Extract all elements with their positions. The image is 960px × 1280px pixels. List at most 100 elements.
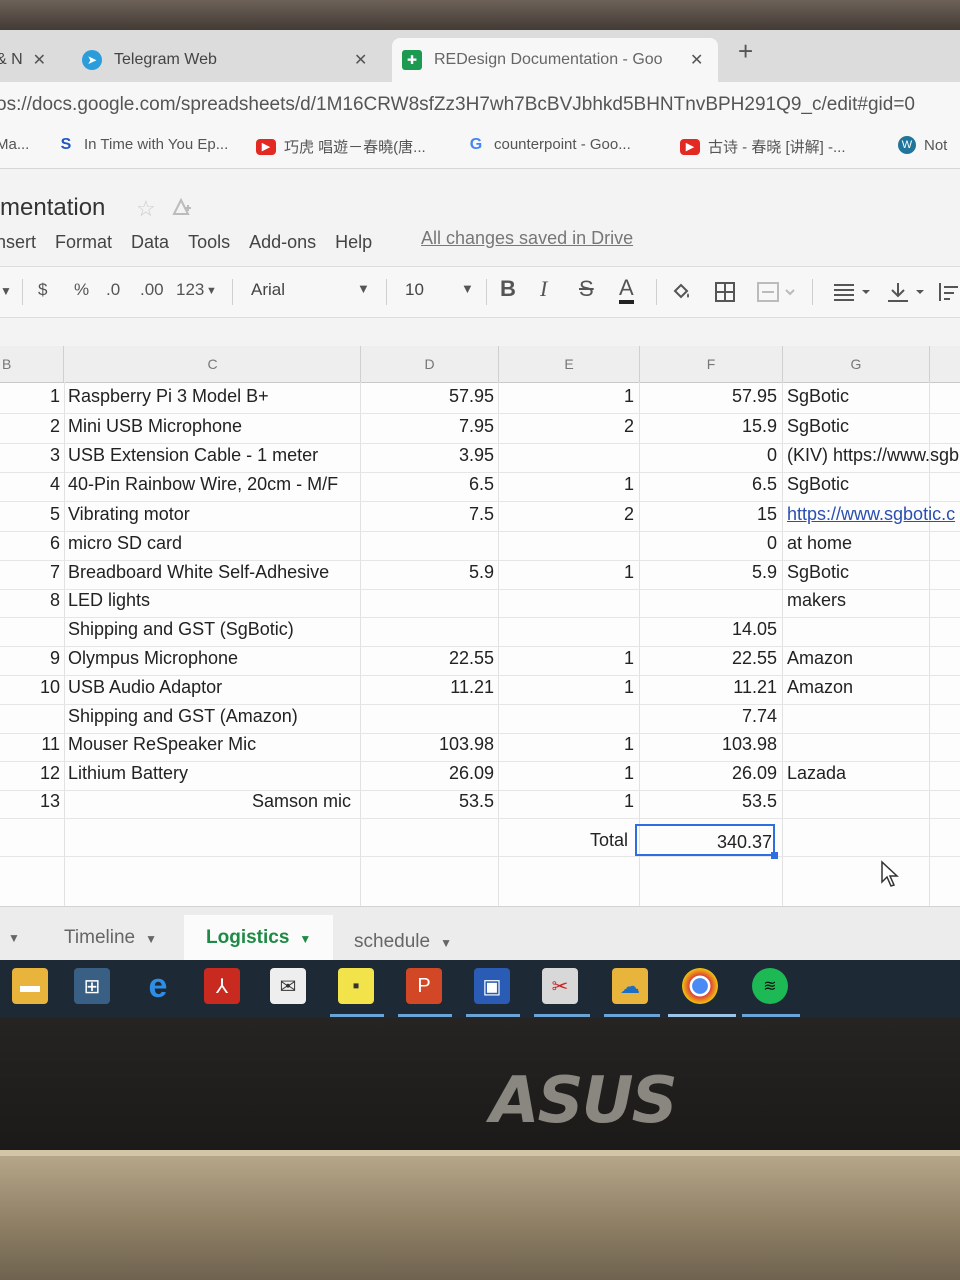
line-total-cell[interactable]: 0 xyxy=(640,533,777,554)
row-number-cell[interactable]: 12 xyxy=(0,763,60,784)
chevron-down-icon[interactable]: ▼ xyxy=(440,936,452,950)
source-cell[interactable]: Amazon xyxy=(787,677,853,698)
strikethrough-button[interactable]: S xyxy=(579,276,594,302)
price-cell[interactable]: 26.09 xyxy=(362,763,494,784)
percent-format-button[interactable]: % xyxy=(74,280,89,300)
decrease-decimal-button[interactable]: .0 xyxy=(106,280,120,300)
line-total-cell[interactable]: 26.09 xyxy=(640,763,777,784)
quantity-cell[interactable]: 1 xyxy=(500,677,634,698)
price-cell[interactable]: 7.5 xyxy=(362,504,494,525)
row-number-cell[interactable]: 4 xyxy=(0,474,60,495)
browser-tab-telegram[interactable]: ➤ Telegram Web ✕ xyxy=(82,38,378,82)
menu-insert[interactable]: nsert xyxy=(0,232,36,253)
line-total-cell[interactable]: 5.9 xyxy=(640,562,777,583)
star-icon[interactable]: ☆ xyxy=(136,196,156,222)
price-cell[interactable]: 103.98 xyxy=(362,734,494,755)
price-cell[interactable]: 11.21 xyxy=(362,677,494,698)
bookmark-item[interactable]: W Not xyxy=(898,136,947,154)
bookmark-item[interactable]: Ma... xyxy=(0,136,29,153)
chrome-icon[interactable] xyxy=(682,968,718,1004)
bookmark-item[interactable]: ▶ 巧虎 唱遊－春曉(唐... xyxy=(256,136,426,157)
spreadsheet-grid[interactable]: B C D E F G 1 Raspberry Pi 3 Model B+ 57.9… xyxy=(0,346,960,906)
row-number-cell[interactable]: 7 xyxy=(0,562,60,583)
price-cell[interactable]: 5.9 xyxy=(362,562,494,583)
font-size-select[interactable]: 10 xyxy=(405,280,424,300)
font-family-select[interactable]: Arial xyxy=(251,280,285,300)
borders-icon[interactable] xyxy=(714,281,736,303)
sheet-tab-logistics[interactable]: Logistics ▼ xyxy=(184,915,334,961)
item-cell[interactable]: LED lights xyxy=(68,590,150,611)
total-label[interactable]: Total xyxy=(590,830,628,851)
number-format-button[interactable]: 123 xyxy=(176,280,204,300)
row-number-cell[interactable]: 5 xyxy=(0,504,60,525)
line-total-cell[interactable]: 7.74 xyxy=(640,706,777,727)
column-header-e[interactable]: E xyxy=(499,346,640,382)
vertical-align-icon[interactable] xyxy=(886,281,930,303)
chevron-down-icon[interactable]: ▼ xyxy=(461,281,474,296)
item-cell[interactable]: Shipping and GST (Amazon) xyxy=(68,706,298,727)
source-cell[interactable]: SgBotic xyxy=(787,474,849,495)
item-cell[interactable]: Raspberry Pi 3 Model B+ xyxy=(68,386,269,407)
source-cell[interactable]: at home xyxy=(787,533,852,554)
italic-button[interactable]: I xyxy=(540,276,547,302)
quantity-cell[interactable]: 2 xyxy=(500,504,634,525)
quantity-cell[interactable]: 1 xyxy=(500,562,634,583)
chevron-down-icon[interactable]: ▼ xyxy=(8,915,20,961)
row-number-cell[interactable]: 9 xyxy=(0,648,60,669)
column-header-g[interactable]: G xyxy=(783,346,930,382)
item-cell[interactable]: USB Extension Cable - 1 meter xyxy=(68,445,318,466)
line-total-cell[interactable]: 103.98 xyxy=(640,734,777,755)
increase-decimal-button[interactable]: .00 xyxy=(140,280,164,300)
chevron-down-icon[interactable]: ▼ xyxy=(357,281,370,296)
item-cell[interactable]: Mouser ReSpeaker Mic xyxy=(68,734,256,755)
price-cell[interactable]: 7.95 xyxy=(362,416,494,437)
source-cell[interactable]: Amazon xyxy=(787,648,853,669)
quantity-cell[interactable]: 1 xyxy=(500,763,634,784)
new-tab-button[interactable]: + xyxy=(738,36,753,67)
sheet-tab-schedule[interactable]: schedule ▼ xyxy=(332,919,474,965)
line-total-cell[interactable]: 15 xyxy=(640,504,777,525)
line-total-cell[interactable]: 15.9 xyxy=(640,416,777,437)
source-cell[interactable]: SgBotic xyxy=(787,416,849,437)
app-icon[interactable]: ▣ xyxy=(474,968,510,1004)
item-cell[interactable]: Olympus Microphone xyxy=(68,648,238,669)
text-wrap-icon[interactable] xyxy=(938,281,960,303)
source-cell[interactable]: SgBotic xyxy=(787,386,849,407)
menu-tools[interactable]: Tools xyxy=(188,232,230,253)
row-number-cell[interactable]: 13 xyxy=(0,791,60,812)
price-cell[interactable]: 53.5 xyxy=(362,791,494,812)
quantity-cell[interactable]: 1 xyxy=(500,734,634,755)
menu-format[interactable]: Format xyxy=(55,232,112,253)
file-explorer-icon[interactable]: ▬ xyxy=(12,968,48,1004)
spotify-icon[interactable]: ≋ xyxy=(752,968,788,1004)
menu-help[interactable]: Help xyxy=(335,232,372,253)
source-cell[interactable]: SgBotic xyxy=(787,562,849,583)
quantity-cell[interactable]: 1 xyxy=(500,386,634,407)
close-icon[interactable]: ✕ xyxy=(354,50,367,70)
item-cell[interactable]: Shipping and GST (SgBotic) xyxy=(68,619,294,640)
source-cell[interactable]: https://www.sgbotic.c xyxy=(787,504,955,525)
line-total-cell[interactable]: 14.05 xyxy=(640,619,777,640)
price-cell[interactable]: 3.95 xyxy=(362,445,494,466)
browser-tab-redesign[interactable]: ✚ REDesign Documentation - Goo ✕ xyxy=(392,38,718,82)
column-header-f[interactable]: F xyxy=(640,346,783,382)
bookmark-item[interactable]: G counterpoint - Goo... xyxy=(466,136,631,153)
column-header-b[interactable]: B xyxy=(0,346,64,382)
mail-icon[interactable]: ✉ xyxy=(270,968,306,1004)
line-total-cell[interactable]: 53.5 xyxy=(640,791,777,812)
bookmark-item[interactable]: ▶ 古诗 - 春晓 [讲解] -... xyxy=(680,136,846,157)
merge-cells-icon[interactable] xyxy=(756,281,796,303)
item-cell[interactable]: 40-Pin Rainbow Wire, 20cm - M/F xyxy=(68,474,338,495)
close-icon[interactable]: ✕ xyxy=(690,50,703,70)
bookmark-item[interactable]: S In Time with You Ep... xyxy=(56,136,229,153)
row-number-cell[interactable]: 10 xyxy=(0,677,60,698)
item-cell[interactable]: Samson mic xyxy=(252,791,351,812)
store-icon[interactable]: ⊞ xyxy=(74,968,110,1004)
onedrive-folder-icon[interactable]: ☁ xyxy=(612,968,648,1004)
line-total-cell[interactable]: 6.5 xyxy=(640,474,777,495)
chevron-down-icon[interactable]: ▼ xyxy=(299,932,311,946)
chevron-down-icon[interactable]: ▼ xyxy=(145,932,157,946)
column-header-d[interactable]: D xyxy=(361,346,499,382)
edge-icon[interactable]: e xyxy=(140,967,176,1005)
row-number-cell[interactable]: 3 xyxy=(0,445,60,466)
